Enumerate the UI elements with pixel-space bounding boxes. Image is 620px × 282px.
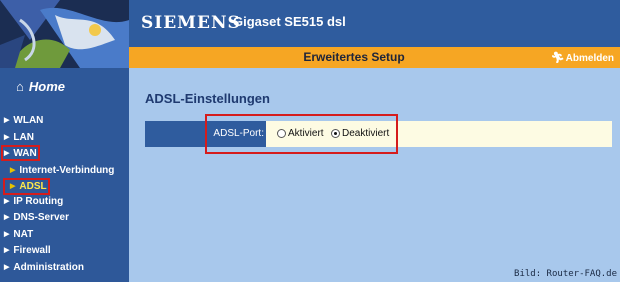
sidebar-item-administration[interactable]: ▶ Administration	[4, 262, 84, 273]
image-credit: Bild: Router-FAQ.de	[514, 269, 617, 279]
sidebar-item-lan[interactable]: ▶ LAN	[4, 132, 34, 143]
triangle-right-icon: ▶	[4, 134, 10, 141]
triangle-right-icon: ▶	[10, 167, 16, 174]
triangle-right-icon: ▶	[4, 117, 10, 124]
product-name: Gigaset SE515 dsl	[233, 14, 346, 29]
running-person-icon: 🏃︎	[550, 52, 565, 64]
page-title: ADSL-Einstellungen	[145, 91, 270, 106]
logout-button[interactable]: 🏃︎Abmelden	[551, 51, 614, 64]
highlight-box-wan	[1, 145, 40, 161]
sidebar-item-nat[interactable]: ▶ NAT	[4, 229, 33, 240]
triangle-right-icon: ▶	[4, 231, 10, 238]
section-title: Erweitertes Setup	[303, 50, 405, 64]
sidebar-item-firewall[interactable]: ▶ Firewall	[4, 245, 51, 256]
triangle-right-icon: ▶	[4, 198, 10, 205]
header-artwork	[0, 0, 129, 68]
sidebar-item-ip-routing[interactable]: ▶ IP Routing	[4, 196, 63, 207]
home-label: Home	[28, 79, 65, 94]
header-bar: SIEMENS Gigaset SE515 dsl	[0, 0, 620, 68]
section-bar: Erweitertes Setup 🏃︎Abmelden	[129, 47, 620, 68]
triangle-right-icon: ▶	[4, 247, 10, 254]
sidebar-item-internet-verbindung[interactable]: ▶ Internet-Verbindung	[10, 165, 114, 176]
brand-logo: SIEMENS	[141, 13, 241, 33]
house-icon: ⌂	[16, 79, 24, 94]
triangle-right-icon: ▶	[4, 214, 10, 221]
sidebar-item-wlan[interactable]: ▶ WLAN	[4, 115, 43, 126]
logout-label: Abmelden	[565, 53, 614, 64]
sidebar: ⌂ Home ▶ WLAN ▶ LAN ▶ WAN ▶ Internet-Verbindu…	[0, 68, 129, 282]
highlight-box-adsl	[3, 178, 50, 195]
triangle-right-icon: ▶	[4, 264, 10, 271]
highlight-box-adsl-port	[205, 114, 398, 154]
sidebar-item-dns-server[interactable]: ▶ DNS-Server	[4, 212, 69, 223]
sidebar-home-link[interactable]: ⌂ Home	[16, 79, 65, 94]
